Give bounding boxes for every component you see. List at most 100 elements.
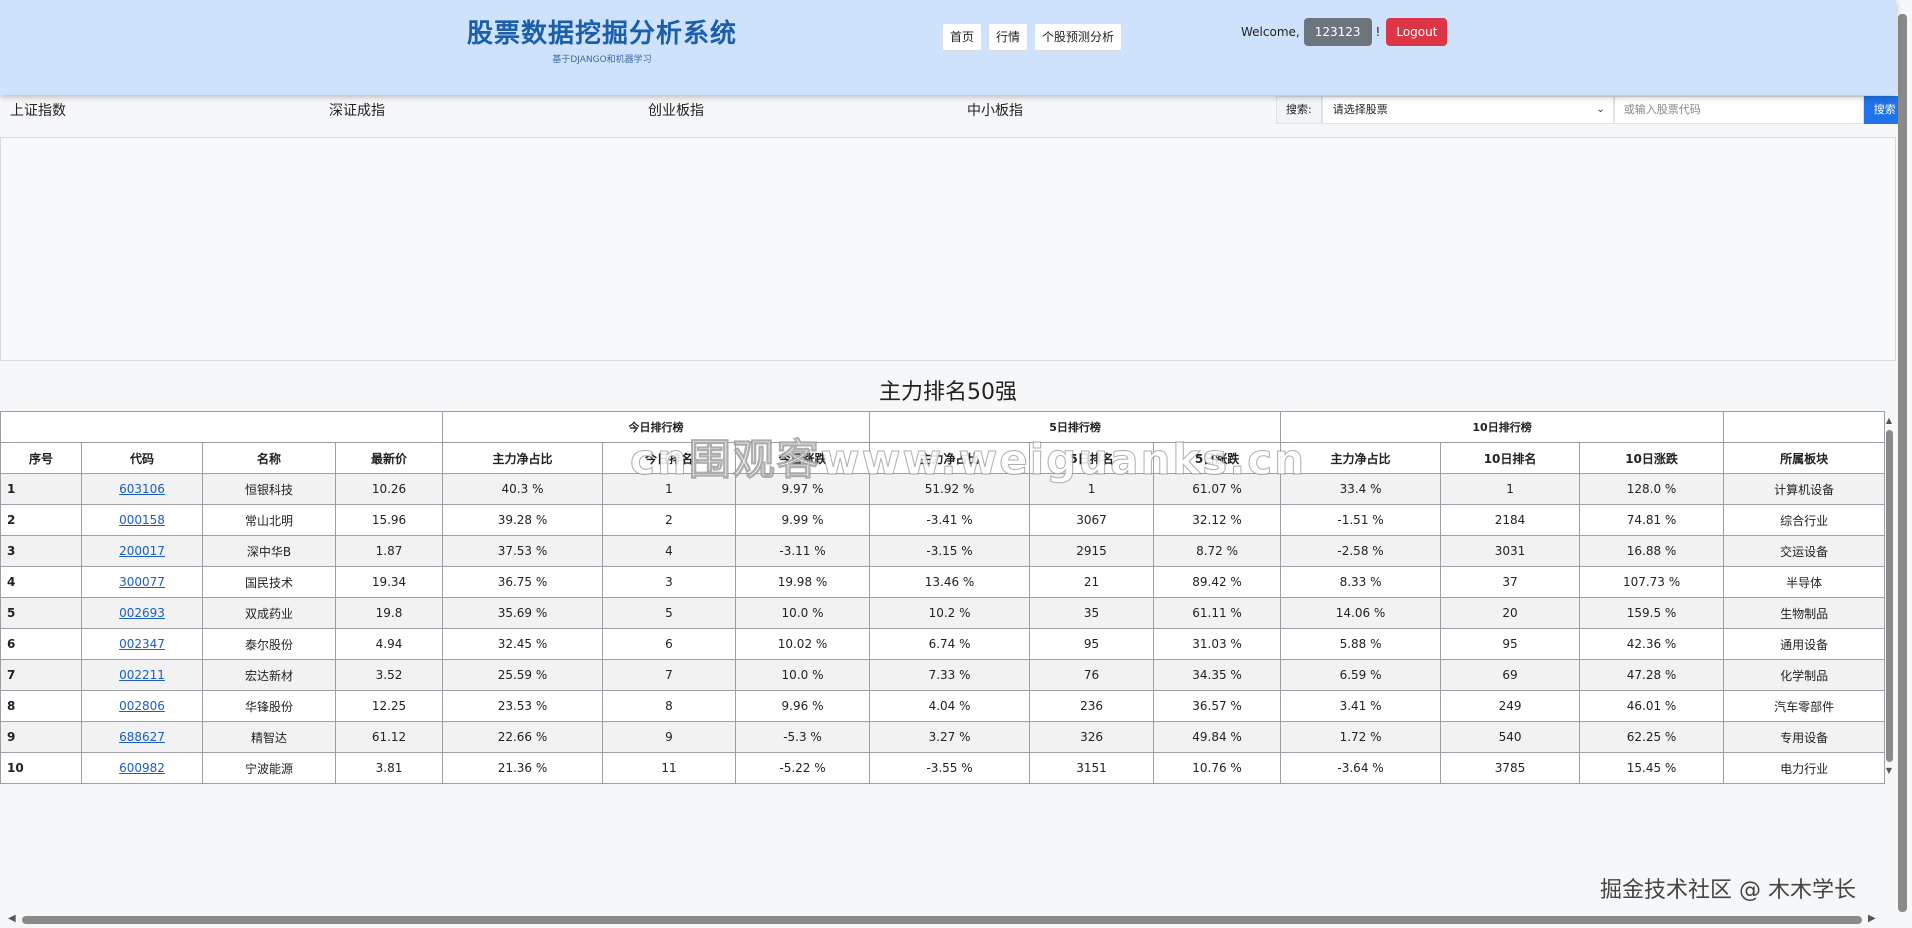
scroll-up-icon[interactable]: ▲ xyxy=(1884,416,1894,425)
rank-cell: 3 xyxy=(0,535,82,567)
table-cell: 8.72 % xyxy=(1153,535,1282,567)
nav-market[interactable]: 行情 xyxy=(988,23,1029,51)
table-cell: 19.34 xyxy=(335,566,443,598)
logout-button[interactable]: Logout xyxy=(1386,18,1448,46)
table-cell: 36.57 % xyxy=(1153,690,1282,722)
table-cell: 2184 xyxy=(1440,504,1581,536)
table-cell: 10.76 % xyxy=(1153,752,1282,784)
chevron-down-icon: ⌄ xyxy=(1596,104,1605,115)
rank-cell: 8 xyxy=(0,690,82,722)
table-cell: 10.26 xyxy=(335,473,443,505)
table-cell: -5.3 % xyxy=(734,721,871,753)
table-cell: 46.01 % xyxy=(1579,690,1725,722)
table-cell: 002347 xyxy=(81,628,203,660)
table-cell: 计算机设备 xyxy=(1723,473,1886,505)
table-cell: 4 xyxy=(602,535,736,567)
stock-code-link[interactable]: 002211 xyxy=(119,668,165,682)
table-cell: 化学制品 xyxy=(1723,659,1886,691)
table-cell: 25.59 % xyxy=(442,659,603,691)
table-row: 10 600982 宁波能源 3.81 21.36 % 11 -5.22 % -3.55 % 3… xyxy=(0,752,1886,784)
table-cell: 40.3 % xyxy=(442,473,603,505)
table-cell: 002806 xyxy=(81,690,203,722)
table-cell: 76 xyxy=(1029,659,1155,691)
brand[interactable]: 股票数据挖掘分析系统 基于DJANGO和机器学习 xyxy=(462,18,742,65)
table-cell: 249 xyxy=(1440,690,1581,722)
table-cell: 9.96 % xyxy=(734,690,871,722)
table-cell: -3.15 % xyxy=(869,535,1031,567)
watermark-text: cn围观客www.weiguanks.cn xyxy=(629,435,1307,485)
stock-code-link[interactable]: 600982 xyxy=(119,761,165,775)
table-body: 1 603106 恒银科技 10.26 40.3 % 1 9.97 % 51.92 % 1 61.… xyxy=(0,473,1886,784)
stock-code-link[interactable]: 002693 xyxy=(119,606,165,620)
scroll-right-icon[interactable]: ▶ xyxy=(1868,913,1876,924)
table-cell: 35.69 % xyxy=(442,597,603,629)
index-sme[interactable]: 中小板指 xyxy=(967,96,1023,126)
group-header-10day: 10日排行榜 xyxy=(1280,411,1725,443)
page-vertical-scrollbar[interactable] xyxy=(1898,14,1907,912)
table-cell: 159.5 % xyxy=(1579,597,1725,629)
table-cell: 107.73 % xyxy=(1579,566,1725,598)
table-cell: 11 xyxy=(602,752,736,784)
table-cell: 2 xyxy=(602,504,736,536)
table-scroll-thumb[interactable] xyxy=(1886,430,1893,762)
table-cell: 603106 xyxy=(81,473,203,505)
stock-select[interactable]: 请选择股票 ⌄ xyxy=(1321,96,1614,124)
table-cell: 综合行业 xyxy=(1723,504,1886,536)
username-badge[interactable]: 123123 xyxy=(1303,18,1372,46)
table-cell: 74.81 % xyxy=(1579,504,1725,536)
index-shanghai[interactable]: 上证指数 xyxy=(10,96,66,126)
column-header: 10日排名 xyxy=(1440,442,1581,474)
table-cell: 6 xyxy=(602,628,736,660)
table-cell: 宏达新材 xyxy=(202,659,336,691)
table-cell: 39.28 % xyxy=(442,504,603,536)
column-header: 代码 xyxy=(81,442,203,474)
stock-code-link[interactable]: 300077 xyxy=(119,575,165,589)
group-header-empty-end xyxy=(1723,411,1886,443)
column-header: 最新价 xyxy=(335,442,443,474)
stock-code-input[interactable]: 或输入股票代码 xyxy=(1613,96,1864,124)
main-nav: 首页 行情 个股预测分析 xyxy=(942,23,1123,51)
table-cell: -5.22 % xyxy=(734,752,871,784)
brand-subtitle: 基于DJANGO和机器学习 xyxy=(552,55,652,65)
stock-code-link[interactable]: 002347 xyxy=(119,637,165,651)
table-cell: 10.0 % xyxy=(734,659,871,691)
scroll-left-icon[interactable]: ◀ xyxy=(8,913,16,924)
table-cell: -1.51 % xyxy=(1280,504,1442,536)
nav-stock-prediction[interactable]: 个股预测分析 xyxy=(1034,23,1123,51)
table-cell: 236 xyxy=(1029,690,1155,722)
nav-home[interactable]: 首页 xyxy=(942,23,983,51)
rank-cell: 4 xyxy=(0,566,82,598)
table-vertical-scrollbar[interactable]: ▲ ▼ xyxy=(1884,416,1894,780)
table-cell: -2.58 % xyxy=(1280,535,1442,567)
search-label: 搜索: xyxy=(1276,96,1322,124)
index-shenzhen[interactable]: 深证成指 xyxy=(329,96,385,126)
table-cell: 62.25 % xyxy=(1579,721,1725,753)
table-cell: 2915 xyxy=(1029,535,1155,567)
page-horizontal-scrollbar[interactable] xyxy=(22,916,1862,924)
stock-code-link[interactable]: 002806 xyxy=(119,699,165,713)
table-cell: 双成药业 xyxy=(202,597,336,629)
welcome-exclamation: ! xyxy=(1375,25,1381,39)
table-cell: 540 xyxy=(1440,721,1581,753)
table-cell: 89.42 % xyxy=(1153,566,1282,598)
table-cell: 3 xyxy=(602,566,736,598)
stock-code-link[interactable]: 603106 xyxy=(119,482,165,496)
table-cell: 69 xyxy=(1440,659,1581,691)
table-cell: 3151 xyxy=(1029,752,1155,784)
stock-code-link[interactable]: 000158 xyxy=(119,513,165,527)
table-cell: 20 xyxy=(1440,597,1581,629)
scroll-down-icon[interactable]: ▼ xyxy=(1884,766,1894,775)
rank-cell: 1 xyxy=(0,473,82,505)
index-chinext[interactable]: 创业板指 xyxy=(648,96,704,126)
column-header: 10日涨跌 xyxy=(1579,442,1725,474)
stock-code-link[interactable]: 688627 xyxy=(119,730,165,744)
table-cell: 交运设备 xyxy=(1723,535,1886,567)
rank-cell: 7 xyxy=(0,659,82,691)
rank-cell: 10 xyxy=(0,752,82,784)
stock-code-link[interactable]: 200017 xyxy=(119,544,165,558)
table-cell: 61.12 xyxy=(335,721,443,753)
table-cell: 21.36 % xyxy=(442,752,603,784)
table-cell: 7.33 % xyxy=(869,659,1031,691)
rank-cell: 2 xyxy=(0,504,82,536)
table-cell: -3.64 % xyxy=(1280,752,1442,784)
